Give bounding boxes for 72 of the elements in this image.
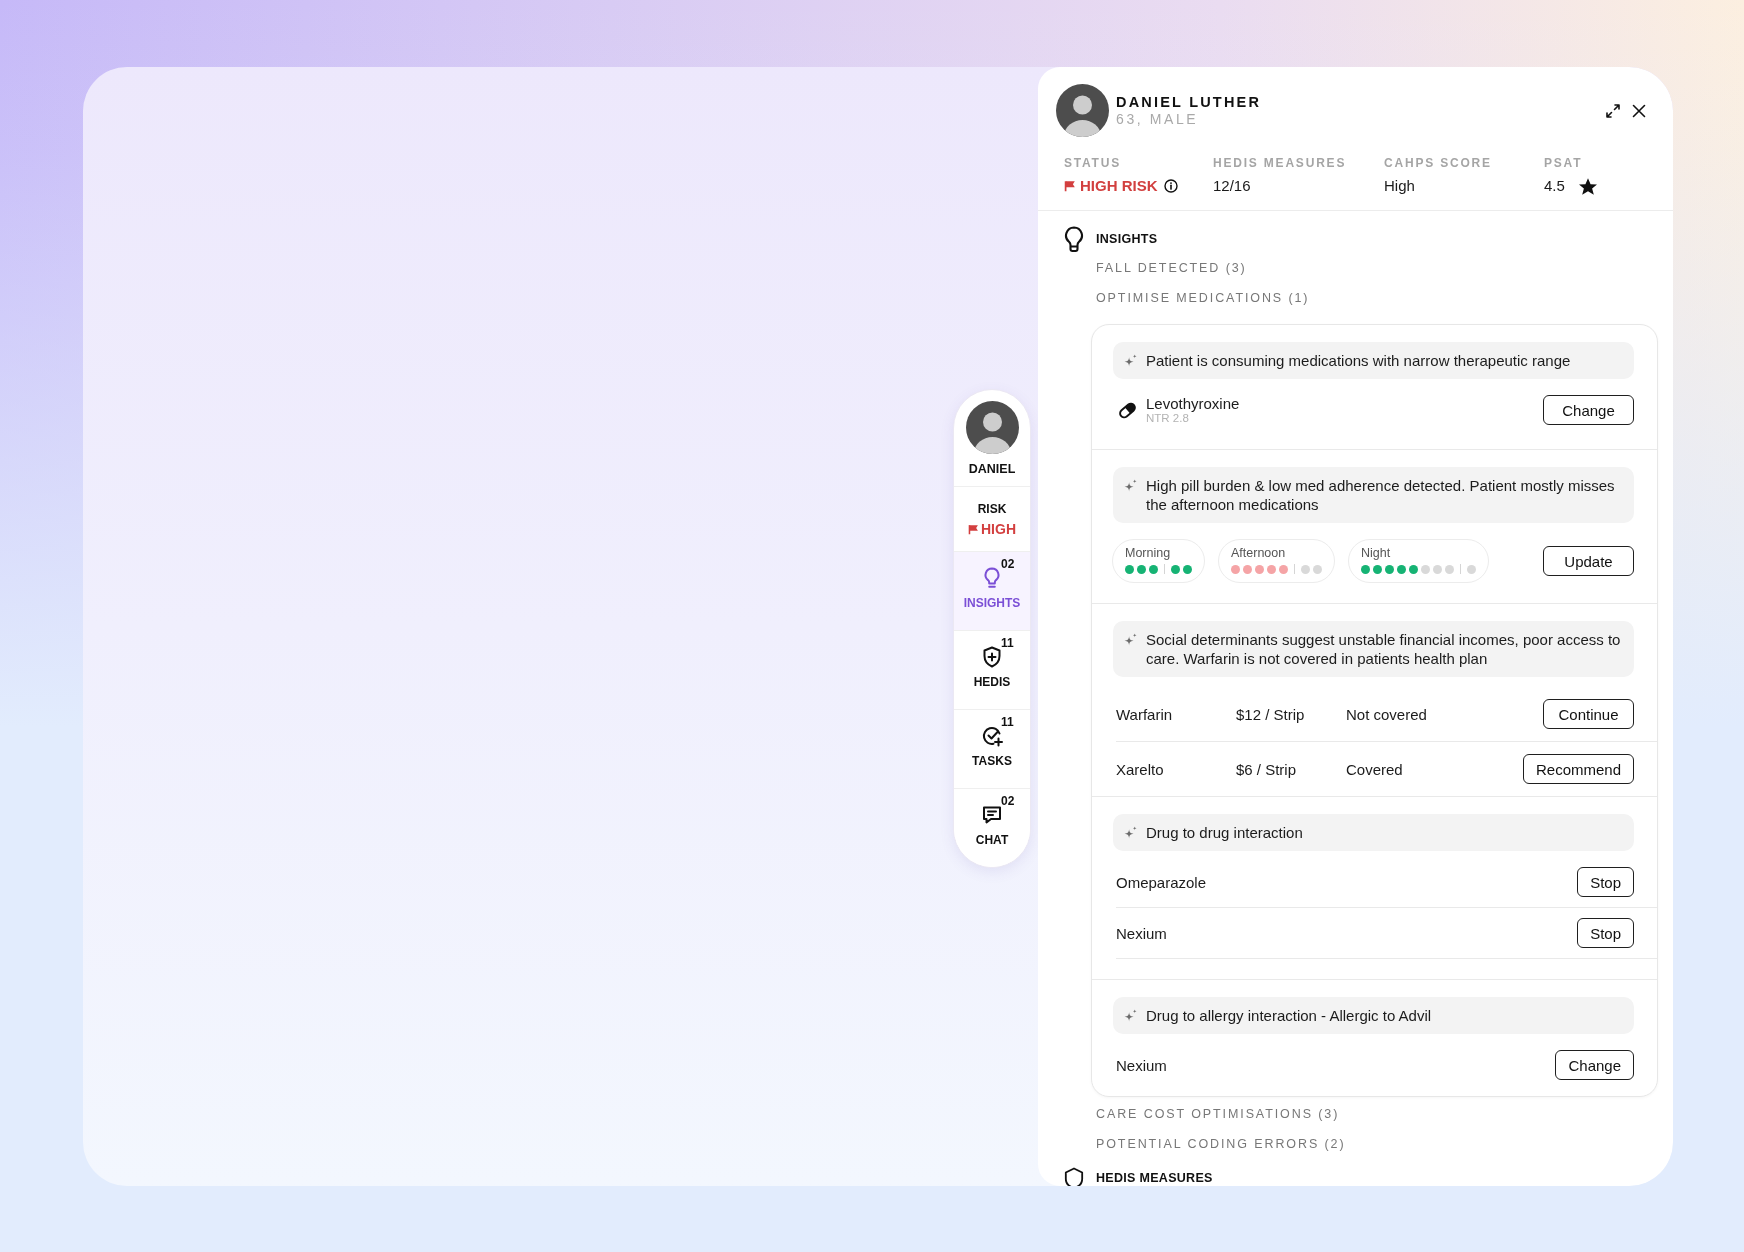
star-icon	[1578, 177, 1597, 195]
sparkle-icon	[1124, 1009, 1137, 1022]
category-link[interactable]: CARE COST OPTIMISATIONS (3)	[1096, 1099, 1340, 1129]
time-of-day-label: Morning	[1125, 546, 1172, 561]
sparkle-icon	[1124, 479, 1137, 492]
action-button[interactable]: Recommend	[1522, 754, 1634, 784]
action-button[interactable]: Update	[1543, 546, 1634, 576]
stat-label: CAHPS SCORE	[1384, 156, 1493, 170]
table-cell: Not covered	[1346, 705, 1427, 723]
section-title: HEDIS MEASURES	[1096, 1171, 1213, 1185]
time-of-day-label: Night	[1361, 546, 1392, 561]
time-of-day-label: Afternoon	[1231, 546, 1287, 561]
item-count: 02	[1001, 557, 1015, 571]
action-button[interactable]: Change	[1555, 1050, 1634, 1080]
table-cell-text: Xarelto	[1116, 760, 1165, 778]
table-cell-text: $12 / Strip	[1236, 705, 1306, 723]
sidebar-nav-item[interactable]: 11 HEDIS	[954, 631, 1030, 710]
insight-text: Patient is consuming medications with narrow therapeutic range	[1146, 351, 1571, 370]
patient-first-name: DANIEL	[968, 462, 1016, 477]
action-button[interactable]: Stop	[1577, 918, 1634, 948]
risk-level: HIGH	[981, 521, 1016, 537]
sparkle-icon	[1124, 826, 1137, 839]
close-icon	[1632, 103, 1646, 118]
avatar-silhouette	[1056, 84, 1109, 137]
category-link[interactable]: POTENTIAL CODING ERRORS (2)	[1096, 1129, 1346, 1159]
stat-label: STATUS	[1064, 156, 1123, 170]
avatar-silhouette	[965, 401, 1019, 454]
flag-icon	[968, 523, 979, 535]
sparkle-icon	[1124, 633, 1137, 646]
table-cell-text: Warfarin	[1116, 705, 1174, 723]
medication-name: Levothyroxine	[1146, 395, 1240, 412]
sparkle-icon	[1124, 354, 1137, 367]
flag-icon	[1064, 180, 1076, 192]
check-circle-plus-icon	[980, 724, 1004, 748]
close-button[interactable]	[1632, 103, 1646, 118]
expand-icon	[1605, 102, 1621, 119]
item-count: 11	[1001, 636, 1014, 650]
table-cell-text: Nexium	[1116, 924, 1168, 942]
action-button[interactable]: Stop	[1577, 867, 1634, 897]
sidebar-nav-item[interactable]: 02 INSIGHTS	[954, 552, 1030, 631]
patient-name: DANIEL LUTHER	[1116, 93, 1262, 111]
table-cell-text: Omeparazole	[1116, 873, 1208, 891]
insight-text: Drug to drug interaction	[1146, 823, 1303, 842]
lightbulb-icon	[1064, 225, 1084, 253]
insight-text: Drug to allergy interaction - Allergic to Advil	[1146, 1006, 1432, 1025]
sidebar-nav-item[interactable]: 02 CHAT	[954, 789, 1030, 867]
stat-value: 12/16	[1213, 177, 1251, 195]
table-cell-text: Nexium	[1116, 1056, 1168, 1074]
expand-button[interactable]	[1605, 102, 1621, 119]
section-title: INSIGHTS	[1096, 232, 1158, 246]
medication-detail: NTR 2.8	[1146, 412, 1190, 425]
info-icon	[1163, 179, 1178, 193]
stat-value: HIGH RISK	[1080, 177, 1158, 195]
risk-label: RISK	[977, 502, 1007, 516]
shield-icon	[1064, 1167, 1084, 1186]
category-link[interactable]: FALL DETECTED (3)	[1096, 253, 1247, 283]
category-link[interactable]: OPTIMISE MEDICATIONS (1)	[1096, 283, 1310, 313]
stat-value: 4.5	[1544, 177, 1565, 195]
action-button[interactable]: Continue	[1543, 699, 1634, 729]
sidebar-nav-item[interactable]: 11 TASKS	[954, 710, 1030, 789]
table-cell-text: $6 / Strip	[1236, 760, 1298, 778]
item-count: 02	[1001, 794, 1015, 808]
stat-label: PSAT	[1544, 156, 1584, 170]
insight-text: High pill burden & low med adherence detected. Patient mostly misses the afternoon medications	[1146, 476, 1616, 514]
item-count: 11	[1001, 715, 1014, 729]
insight-text: Social determinants suggest unstable financial incomes, poor access to care. Warfarin is not covered in patients health plan	[1146, 630, 1622, 668]
table-cell: Covered	[1346, 760, 1403, 778]
stat-label: HEDIS MEASURES	[1213, 156, 1348, 170]
action-button[interactable]: Change	[1543, 395, 1634, 425]
patient-details: 63, MALE	[1116, 110, 1200, 128]
capsule-icon	[1118, 400, 1137, 420]
stat-value: High	[1384, 177, 1415, 195]
